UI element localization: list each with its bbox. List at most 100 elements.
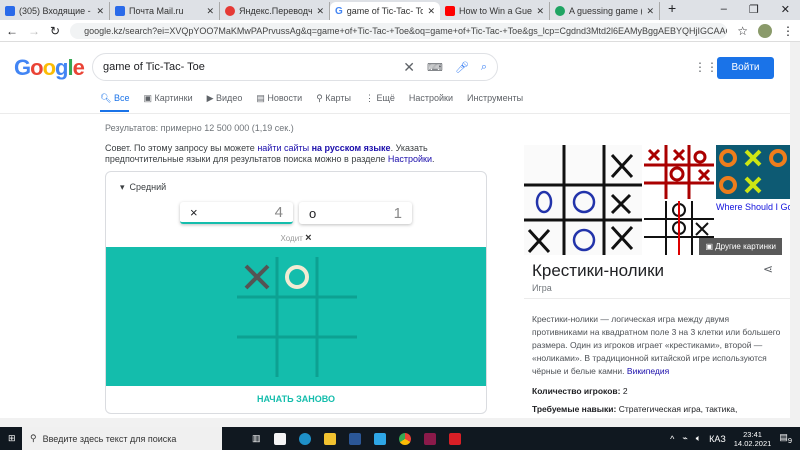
- image-thumbnail[interactable]: [524, 145, 642, 255]
- board-cell[interactable]: [318, 298, 356, 336]
- login-button[interactable]: Войти: [717, 57, 774, 79]
- url-input[interactable]: google.kz/search?ei=XVQpYOO7MaKMwPAPrvus…: [70, 22, 728, 39]
- tab-title: game of Tic-Tac- Toe - I: [346, 6, 424, 16]
- forward-icon[interactable]: →: [28, 24, 40, 38]
- board-cell[interactable]: [318, 258, 356, 296]
- reload-icon[interactable]: ↻: [50, 24, 60, 38]
- restart-button[interactable]: НАЧАТЬ ЗАНОВО: [106, 394, 486, 404]
- board-cell[interactable]: [318, 338, 356, 376]
- language-tip: Совет. По этому запросу вы можете найти …: [105, 143, 435, 164]
- site-icon: [555, 6, 565, 16]
- board-cell[interactable]: [238, 338, 276, 376]
- maximize-button[interactable]: ❐: [749, 3, 759, 16]
- image-caption: Where Should I Go: [716, 202, 790, 212]
- taskbar-search[interactable]: ⚲ Введите здесь текст для поиска: [22, 427, 222, 450]
- fact-skills: Требуемые навыки: Стратегическая игра, т…: [532, 404, 738, 414]
- browser-tab[interactable]: (305) Входящие - Почта ✕: [0, 2, 110, 20]
- store-icon[interactable]: [273, 432, 286, 445]
- new-tab-button[interactable]: +: [660, 0, 676, 20]
- volume-icon[interactable]: 🔈︎: [696, 433, 701, 444]
- result-stats: Результатов: примерно 12 500 000 (1,19 с…: [105, 123, 294, 133]
- windows-start-icon[interactable]: ⊞: [8, 433, 16, 444]
- divider: [0, 113, 800, 114]
- menu-icon[interactable]: ⋮: [782, 24, 794, 38]
- entity-subtitle: Игра: [532, 283, 552, 293]
- close-icon[interactable]: ✕: [427, 6, 435, 17]
- explorer-icon[interactable]: [323, 432, 336, 445]
- tab-title: How to Win a Guessing: [459, 6, 533, 16]
- board-cell[interactable]: [238, 298, 276, 336]
- close-icon[interactable]: ✕: [646, 6, 654, 17]
- wikipedia-link[interactable]: Википедия: [627, 366, 669, 376]
- chrome-icon[interactable]: [398, 432, 411, 445]
- close-icon[interactable]: ✕: [316, 6, 324, 17]
- tab-settings[interactable]: Настройки: [409, 93, 453, 112]
- divider: [524, 298, 790, 299]
- game-board: [106, 247, 486, 386]
- avatar[interactable]: [758, 23, 772, 38]
- clear-icon[interactable]: ✕: [403, 59, 415, 76]
- horizontal-scrollbar[interactable]: [0, 418, 800, 427]
- close-window-button[interactable]: ✕: [781, 3, 790, 16]
- word-icon[interactable]: [348, 432, 361, 445]
- tab-images[interactable]: ▣ Картинки: [143, 93, 192, 112]
- clock[interactable]: 23:41 14.02.2021: [734, 430, 772, 448]
- browser-tab[interactable]: Почта Mail.ru ✕: [110, 2, 220, 20]
- scrollbar[interactable]: [790, 42, 800, 420]
- score-o: o1: [299, 202, 412, 224]
- more-images-button[interactable]: ▣ Другие картинки: [699, 238, 782, 255]
- mail-icon: [115, 6, 125, 16]
- back-icon[interactable]: ←: [6, 24, 18, 38]
- translate-icon: [225, 6, 235, 16]
- minimize-button[interactable]: –: [721, 3, 727, 16]
- network-icon[interactable]: ⌁: [682, 433, 687, 444]
- image-thumbnail[interactable]: [644, 145, 714, 199]
- board-cell[interactable]: [278, 258, 316, 296]
- google-icon: G: [335, 5, 343, 17]
- edge-icon[interactable]: [298, 432, 311, 445]
- tab-more[interactable]: ⋮ Ещё: [365, 93, 395, 112]
- share-icon[interactable]: ⋖: [763, 262, 773, 276]
- browser-tab[interactable]: How to Win a Guessing✕: [440, 2, 550, 20]
- entity-title: Крестики-нолики: [532, 261, 665, 280]
- microphone-icon[interactable]: 🎤︎: [455, 61, 469, 74]
- image-thumbnail[interactable]: [716, 145, 790, 199]
- task-view-icon[interactable]: ▥: [252, 433, 261, 445]
- search-input[interactable]: game of Tic-Tac- Toe: [103, 61, 391, 73]
- find-sites-link[interactable]: найти сайты: [257, 143, 311, 153]
- difficulty-dropdown[interactable]: ▾ Средний: [120, 182, 166, 193]
- tray-expand-icon[interactable]: ^: [670, 434, 674, 444]
- winrar-icon[interactable]: [423, 432, 436, 445]
- tab-tools[interactable]: Инструменты: [467, 93, 523, 112]
- address-bar-row: ← → ↻ google.kz/search?ei=XVQpYOO7MaKMwP…: [0, 20, 800, 42]
- knowledge-panel: Where Should I Go ▣ Другие картинки Крес…: [520, 133, 800, 420]
- close-icon[interactable]: ✕: [96, 6, 104, 17]
- keyboard-icon[interactable]: ⌨: [427, 61, 443, 74]
- star-icon[interactable]: ☆: [737, 24, 748, 38]
- tab-video[interactable]: ▶ Видео: [207, 93, 243, 112]
- close-icon[interactable]: ✕: [206, 6, 214, 17]
- image-strip[interactable]: Where Should I Go ▣ Другие картинки: [524, 145, 790, 255]
- russian-language-link[interactable]: на русском языке: [312, 143, 391, 153]
- tab-strip: (305) Входящие - Почта ✕ Почта Mail.ru ✕ Я…: [0, 0, 800, 20]
- google-logo[interactable]: Google: [14, 55, 85, 81]
- browser-tab[interactable]: A guessing game (artic ✕: [550, 2, 660, 20]
- search-box[interactable]: game of Tic-Tac- Toe ✕ ⌨ 🎤︎ ⌕: [92, 53, 498, 81]
- board-cell[interactable]: [278, 338, 316, 376]
- close-icon[interactable]: ✕: [536, 6, 544, 17]
- board-cell[interactable]: [278, 298, 316, 336]
- tab-all[interactable]: 🔍︎ Все: [100, 93, 130, 112]
- mail-icon[interactable]: [373, 432, 386, 445]
- search-icon[interactable]: ⌕: [481, 61, 487, 74]
- language-indicator[interactable]: КАЗ: [709, 434, 726, 444]
- settings-link[interactable]: Настройки: [388, 154, 432, 164]
- tab-maps[interactable]: ⚲ Карты: [316, 93, 351, 112]
- notifications-icon[interactable]: ▤9: [779, 432, 792, 445]
- tab-title: (305) Входящие - Почта: [19, 6, 92, 16]
- tab-news[interactable]: ▤ Новости: [256, 93, 302, 112]
- board-grid: [237, 257, 357, 377]
- acrobat-icon[interactable]: [448, 432, 461, 445]
- browser-tab-active[interactable]: Ggame of Tic-Tac- Toe - I✕: [330, 2, 440, 20]
- browser-tab[interactable]: Яндекс.Переводчик –✕: [220, 2, 330, 20]
- search-icon: ⚲: [30, 433, 37, 443]
